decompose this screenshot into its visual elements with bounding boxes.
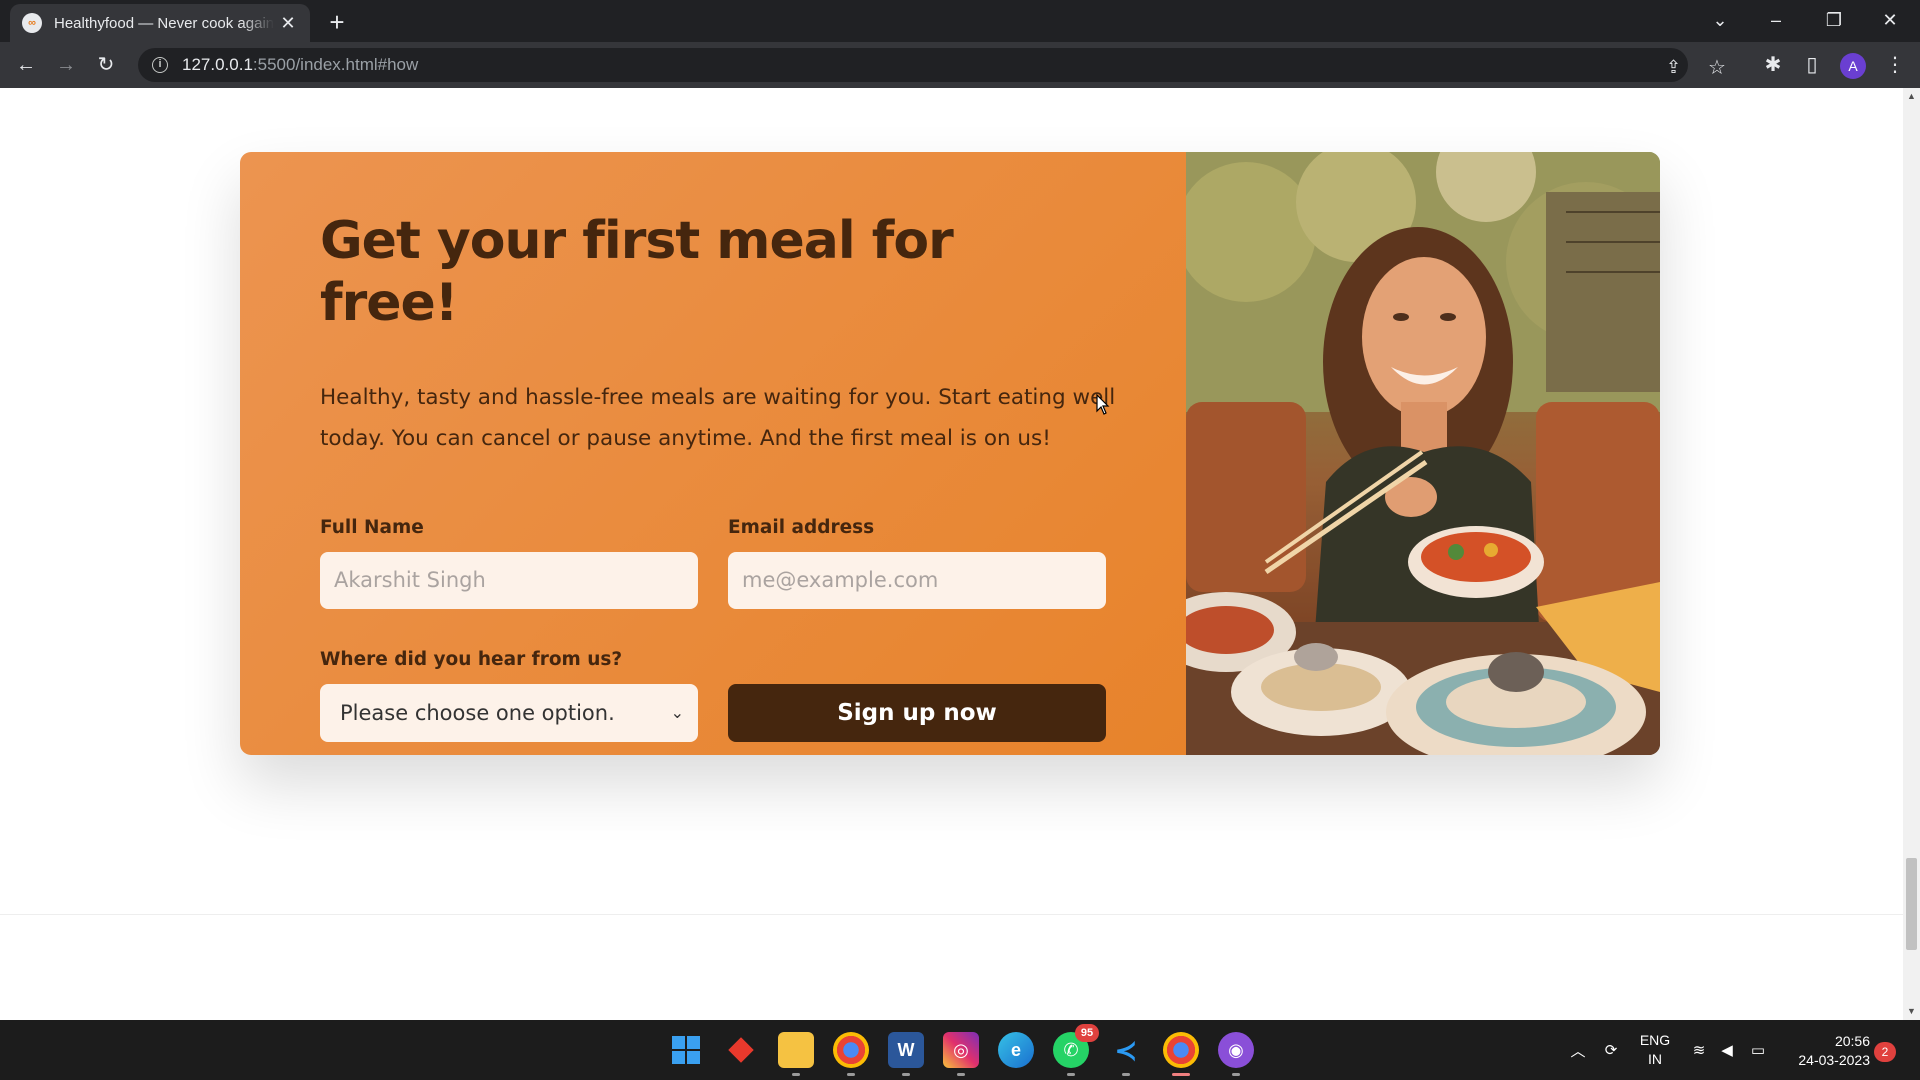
scroll-down-arrow-icon[interactable]: ▼ — [1903, 1003, 1920, 1020]
github-desktop-icon[interactable]: ◉ — [1218, 1032, 1254, 1076]
whatsapp-icon[interactable]: ✆ 95 — [1053, 1024, 1099, 1076]
source-select-value: Please choose one option. — [340, 700, 615, 725]
tab-search-icon[interactable]: ⌄ — [1700, 6, 1740, 36]
minimize-icon[interactable]: – — [1756, 6, 1796, 36]
scroll-up-arrow-icon[interactable]: ▲ — [1903, 88, 1920, 105]
site-info-icon[interactable]: i — [152, 57, 168, 73]
menu-kebab-icon[interactable]: ⋮ — [1880, 51, 1910, 81]
browser-tab[interactable]: ∞ Healthyfood — Never cook again! ✕ — [10, 4, 310, 42]
full-name-group: Full Name — [320, 517, 698, 609]
show-hidden-icons-icon[interactable]: ︿ — [1566, 1020, 1590, 1080]
profile-avatar[interactable]: A — [1840, 53, 1866, 79]
source-select[interactable]: Please choose one option. ⌄ — [320, 683, 698, 742]
email-label: Email address — [728, 516, 875, 538]
email-group: Email address — [728, 517, 1106, 609]
start-icon[interactable] — [668, 1032, 704, 1068]
reload-icon[interactable]: ↻ — [90, 50, 122, 82]
cta-image — [1186, 152, 1660, 755]
clock-date: 24-03-2023 — [1798, 1052, 1870, 1068]
favicon-icon: ∞ — [22, 13, 42, 33]
cta-title: Get your first meal for free! — [320, 211, 954, 334]
url-text: 127.0.0.1:5500/index.html#how — [182, 55, 419, 74]
instagram-icon[interactable]: ◎ — [943, 1032, 979, 1076]
edge-icon[interactable]: e — [998, 1032, 1034, 1068]
word-icon[interactable]: W — [888, 1032, 924, 1076]
image-tint-overlay — [1186, 152, 1660, 755]
mouse-cursor-icon — [1096, 394, 1110, 415]
notification-badge[interactable]: 2 — [1874, 1042, 1896, 1062]
battery-icon[interactable]: ▭ — [1744, 1020, 1772, 1080]
section-divider — [0, 914, 1903, 915]
share-icon[interactable]: ⇪ — [1666, 57, 1681, 78]
close-window-icon[interactable]: ✕ — [1870, 6, 1910, 36]
address-bar[interactable]: i 127.0.0.1:5500/index.html#how ⇪ ☆ — [138, 48, 1726, 82]
chevron-down-icon: ⌄ — [670, 703, 684, 723]
cta-text-box: Get your first meal for free! Healthy, t… — [240, 152, 1186, 755]
windows-taskbar: W ◎ e ✆ 95 ≺ ◉ ︿ ⟳ ENG IN ≋ ◀ ▭ 20:56 24-0… — [0, 1020, 1920, 1080]
whatsapp-badge: 95 — [1075, 1024, 1099, 1042]
forward-icon[interactable]: → — [50, 50, 82, 82]
back-icon[interactable]: ← — [10, 50, 42, 82]
vscode-icon[interactable]: ≺ — [1108, 1032, 1144, 1076]
email-input[interactable] — [728, 551, 1106, 609]
source-group: Where did you hear from us? Please choos… — [320, 649, 698, 742]
close-tab-icon[interactable]: ✕ — [278, 13, 298, 34]
signup-button-group: Sign up now — [728, 649, 1106, 742]
page-scrollbar[interactable]: ▲ ▼ — [1903, 88, 1920, 1020]
language-indicator[interactable]: ENG IN — [1632, 1020, 1678, 1080]
cta-section: Get your first meal for free! Healthy, t… — [240, 152, 1660, 755]
restore-icon[interactable]: ❐ — [1814, 6, 1854, 36]
side-panel-icon[interactable]: ▯ — [1797, 51, 1827, 81]
source-label: Where did you hear from us? — [320, 648, 623, 670]
bookmark-star-icon[interactable]: ☆ — [1708, 55, 1726, 80]
wifi-icon[interactable]: ≋ — [1686, 1020, 1712, 1080]
page-viewport: Get your first meal for free! Healthy, t… — [0, 88, 1903, 1020]
clock-time: 20:56 — [1834, 1033, 1870, 1049]
clock[interactable]: 20:56 24-03-2023 — [1784, 1032, 1870, 1070]
sync-icon[interactable]: ⟳ — [1598, 1020, 1624, 1080]
file-explorer-icon[interactable] — [778, 1032, 814, 1076]
full-name-input[interactable] — [320, 551, 698, 609]
extensions-icon[interactable]: ✱ — [1758, 51, 1788, 81]
chrome-icon[interactable] — [833, 1032, 869, 1076]
chrome-profile-icon[interactable] — [1163, 1032, 1199, 1076]
tab-title: Healthyfood — Never cook again! — [54, 14, 274, 32]
cta-description: Healthy, tasty and hassle-free meals are… — [320, 384, 1116, 451]
scrollbar-thumb[interactable] — [1906, 858, 1917, 950]
git-icon[interactable] — [723, 1032, 759, 1068]
browser-toolbar: ← → ↻ i 127.0.0.1:5500/index.html#how ⇪ … — [0, 42, 1920, 88]
new-tab-button[interactable]: + — [322, 8, 352, 38]
volume-icon[interactable]: ◀ — [1714, 1020, 1740, 1080]
full-name-label: Full Name — [320, 516, 424, 538]
signup-form: Full Name Email address Where did you he… — [320, 517, 1106, 742]
browser-tab-bar: ∞ Healthyfood — Never cook again! ✕ + ⌄ … — [0, 0, 1920, 42]
signup-button[interactable]: Sign up now — [728, 683, 1106, 742]
